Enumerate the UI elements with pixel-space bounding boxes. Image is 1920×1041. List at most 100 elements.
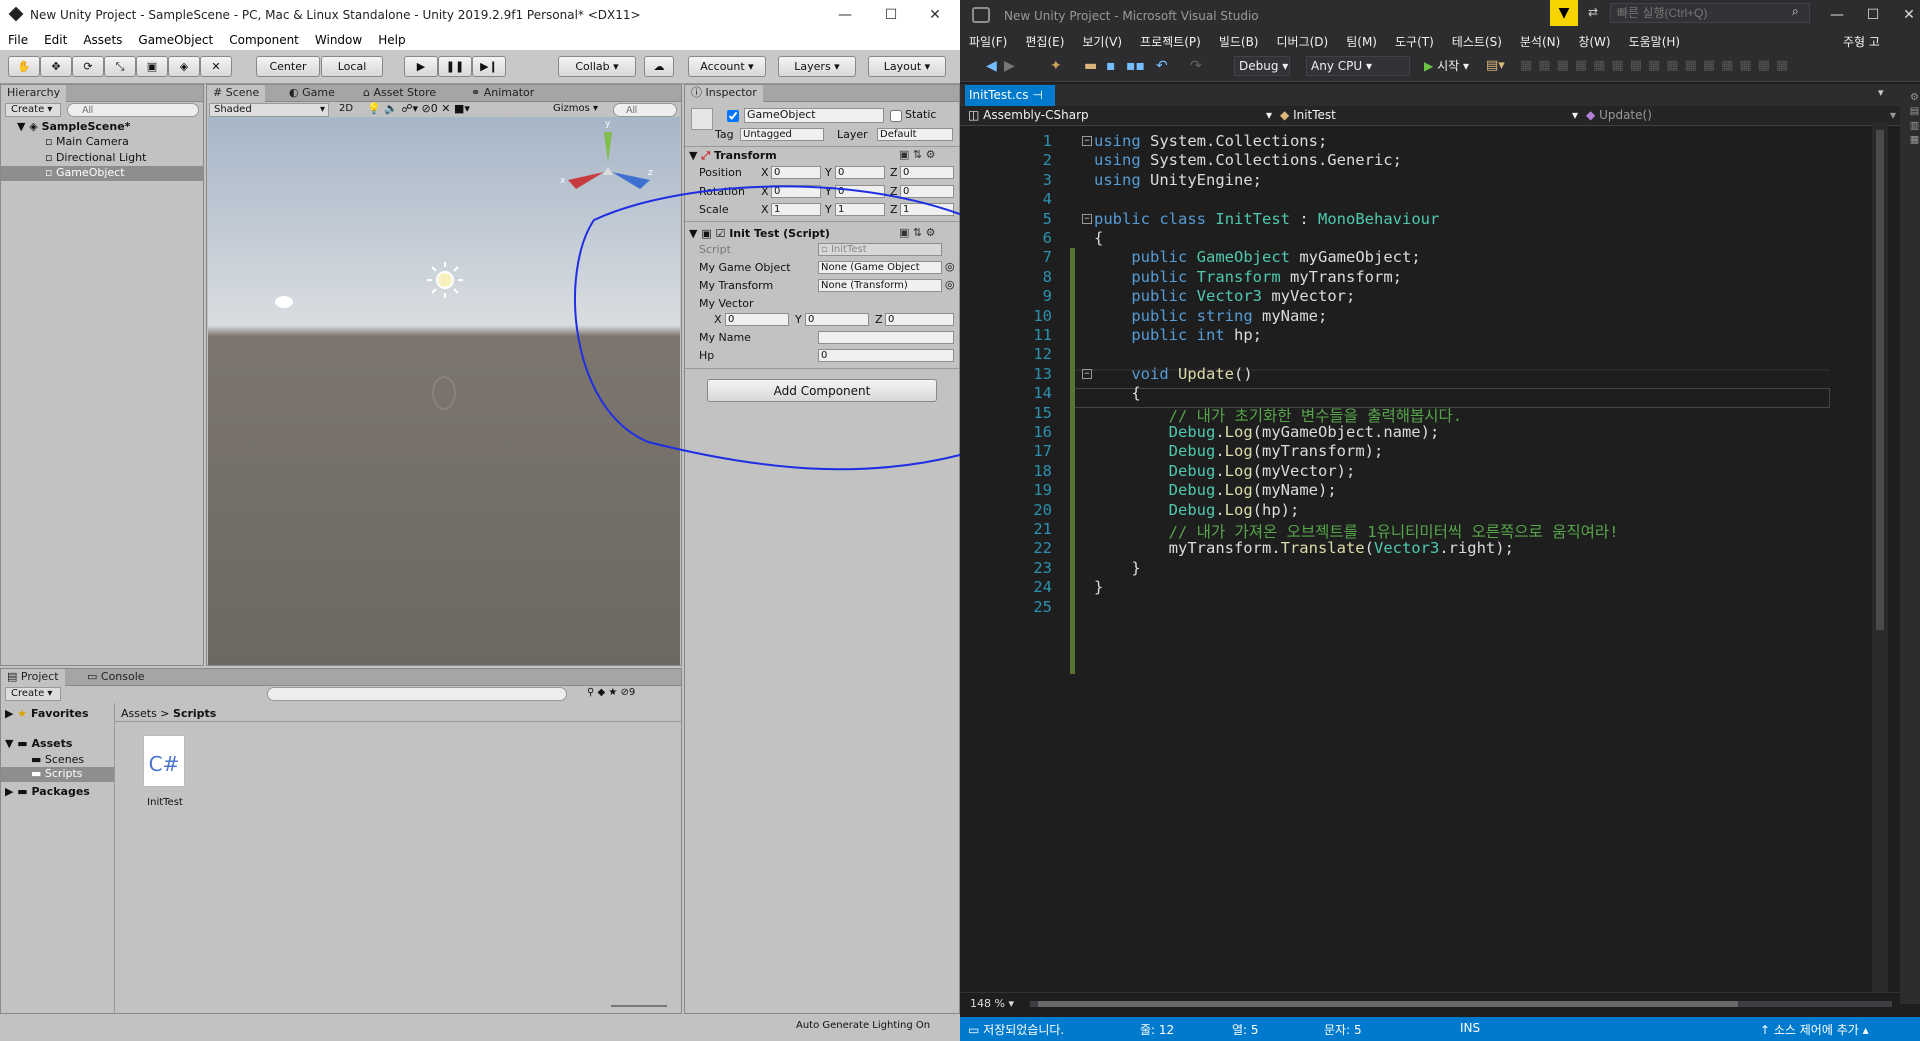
project-create-button[interactable]: Create ▾ <box>5 687 61 701</box>
code-line[interactable]: Debug.Log(myVector); <box>1094 462 1356 480</box>
vertical-scrollbar[interactable] <box>1872 122 1888 992</box>
tab-inspector[interactable]: ⓘ Inspector <box>685 85 763 102</box>
layers-dropdown[interactable]: Layers ▾ <box>778 56 856 77</box>
tab-game[interactable]: ◐ Game <box>283 85 341 102</box>
class-nav-dropdown[interactable]: ◆ InitTest ▾ <box>1280 108 1578 122</box>
menu-component[interactable]: Component <box>221 33 307 47</box>
hierarchy-item-directional-light[interactable]: ▫ Directional Light <box>45 151 146 164</box>
menu-gameobject[interactable]: GameObject <box>130 33 221 47</box>
object-picker-icon[interactable]: ◎ <box>945 260 955 273</box>
code-line[interactable]: public int hp; <box>1094 326 1262 344</box>
tab-console[interactable]: ▭ Console <box>81 669 151 686</box>
platform-dropdown[interactable]: Any CPU ▾ <box>1306 56 1410 76</box>
rotation-z-field[interactable]: 0 <box>900 185 954 198</box>
vs-menu-project[interactable]: 프로젝트(P) <box>1131 33 1210 50</box>
pause-button[interactable]: ❚❚ <box>438 56 472 77</box>
code-line[interactable]: Debug.Log(myTransform); <box>1094 442 1384 460</box>
code-line[interactable]: public string myName; <box>1094 307 1327 325</box>
breadcrumb-scripts[interactable]: Scripts <box>173 707 216 720</box>
vs-menu-help[interactable]: 도움말(H) <box>1620 33 1690 50</box>
hierarchy-create-button[interactable]: Create ▾ <box>5 103 61 117</box>
rect-tool-icon[interactable]: ▣ <box>136 56 168 77</box>
undo-icon[interactable]: ↶ <box>1156 58 1168 74</box>
start-button[interactable]: ▶ 시작 ▾ <box>1424 57 1469 74</box>
breadcrumb-assets[interactable]: Assets <box>121 707 157 720</box>
hierarchy-scene-root[interactable]: ▼ ◈ SampleScene* <box>17 120 130 133</box>
vs-close-button[interactable]: ✕ <box>1886 0 1920 30</box>
vs-menu-test[interactable]: 테스트(S) <box>1443 33 1511 50</box>
menu-window[interactable]: Window <box>307 33 370 47</box>
tab-hierarchy[interactable]: Hierarchy <box>1 85 67 102</box>
attach-icon[interactable]: ▤▾ <box>1486 58 1505 73</box>
gizmos-dropdown[interactable]: Gizmos ▾ <box>553 103 598 114</box>
configuration-dropdown[interactable]: Debug ▾ <box>1234 56 1290 76</box>
script-settings-icon[interactable]: ▣ ⇅ ⚙ <box>899 226 935 239</box>
tab-list-icon[interactable]: ▾ <box>1878 86 1884 99</box>
rotation-x-field[interactable]: 0 <box>771 185 821 198</box>
save-icon[interactable]: ▪ <box>1106 58 1116 74</box>
menu-assets[interactable]: Assets <box>75 33 130 47</box>
doc-tab-initest[interactable]: InitTest.cs ⊣ ✕ <box>965 85 1055 123</box>
filter-icon[interactable]: ▼ <box>1550 0 1578 26</box>
cloud-icon[interactable]: ☁ <box>644 56 674 77</box>
mode-2d-toggle[interactable]: 2D <box>339 103 359 114</box>
maximize-button[interactable]: ☐ <box>868 0 914 30</box>
vs-menu-file[interactable]: 파일(F) <box>960 33 1016 50</box>
add-to-source-control[interactable]: ↑ 소스 제어에 추가 ▴ <box>1760 1021 1869 1038</box>
code-line[interactable]: Debug.Log(myName); <box>1094 481 1337 499</box>
hp-field[interactable]: 0 <box>818 349 954 362</box>
my-vector-x-field[interactable]: 0 <box>725 313 789 326</box>
quick-launch-input[interactable] <box>1610 3 1810 23</box>
icon-size-slider[interactable] <box>611 1005 667 1007</box>
project-nav-dropdown[interactable]: ◫ Assembly-CSharp ▾ <box>968 108 1272 122</box>
vs-menu-analyze[interactable]: 분석(N) <box>1511 33 1569 50</box>
step-button[interactable]: ▶❙ <box>472 56 506 77</box>
project-filter-icons[interactable]: ⚲ ◆ ★ ⊘9 <box>587 687 635 698</box>
scale-tool-icon[interactable]: ⤡ <box>104 56 136 77</box>
hand-tool-icon[interactable]: ✋ <box>8 56 40 77</box>
code-line[interactable]: void Update() <box>1094 365 1252 383</box>
hierarchy-search-input[interactable] <box>67 103 199 117</box>
folder-scenes[interactable]: ▬ Scenes <box>31 753 84 766</box>
horizontal-scrollbar[interactable] <box>1030 1001 1892 1007</box>
menu-edit[interactable]: Edit <box>36 33 75 47</box>
pivot-center-button[interactable]: Center <box>256 56 320 77</box>
layout-dropdown[interactable]: Layout ▾ <box>868 56 946 77</box>
code-editor[interactable]: 1 using System.Collections; 2 using System.… <box>960 122 1872 992</box>
code-line[interactable]: myTransform.Translate(Vector3.right); <box>1094 539 1514 557</box>
packages-node[interactable]: ▶ ▬ Packages <box>5 785 90 798</box>
collab-dropdown[interactable]: Collab ▾ <box>558 56 636 77</box>
code-line[interactable]: } <box>1094 559 1140 577</box>
gameobject-name-field[interactable]: GameObject <box>744 108 884 123</box>
vs-menu-team[interactable]: 팀(M) <box>1337 33 1386 50</box>
vs-menu-tools[interactable]: 도구(T) <box>1386 33 1443 50</box>
csharp-file-icon[interactable]: C# <box>143 735 185 787</box>
fold-toggle-icon[interactable]: − <box>1082 213 1092 224</box>
position-z-field[interactable]: 0 <box>900 166 954 179</box>
tab-project[interactable]: ▤ Project <box>1 669 65 686</box>
assets-node[interactable]: ▼ ▬ Assets <box>5 737 72 750</box>
my-vector-y-field[interactable]: 0 <box>805 313 869 326</box>
menu-file[interactable]: File <box>0 33 36 47</box>
vs-menu-view[interactable]: 보기(V) <box>1073 33 1131 50</box>
vs-user-name[interactable]: 주형 고 <box>1834 33 1889 50</box>
position-x-field[interactable]: 0 <box>771 166 821 179</box>
minimize-button[interactable]: — <box>822 0 868 30</box>
redo-icon[interactable]: ↷ <box>1190 58 1202 74</box>
scale-y-field[interactable]: 1 <box>835 203 885 216</box>
forward-icon[interactable]: ▶ <box>1004 58 1015 74</box>
hierarchy-item-main-camera[interactable]: ▫ Main Camera <box>45 135 129 148</box>
init-test-header[interactable]: ▼ ▣ ☑ Init Test (Script) <box>689 227 830 240</box>
hierarchy-item-gameobject[interactable]: ▫ GameObject <box>1 166 203 181</box>
member-nav-dropdown[interactable]: ◆ Update() ▾ <box>1586 108 1896 122</box>
close-button[interactable]: ✕ <box>912 0 958 30</box>
fold-toggle-icon[interactable]: − <box>1082 368 1092 379</box>
scene-toggle-icons[interactable]: 💡 🔈 ☍▾ ⊘0 ✕ ■▾ <box>367 102 470 115</box>
code-line[interactable]: Debug.Log(myGameObject.name); <box>1094 423 1440 441</box>
account-dropdown[interactable]: Account ▾ <box>688 56 766 77</box>
shading-mode-dropdown[interactable]: Shaded ▾ <box>209 103 329 117</box>
feedback-icon[interactable]: ⇄ <box>1588 5 1598 19</box>
vs-menu-window[interactable]: 창(W) <box>1569 33 1619 50</box>
transform-tool-icon[interactable]: ◈ <box>168 56 200 77</box>
my-game-object-field[interactable]: None (Game Object <box>818 261 942 274</box>
